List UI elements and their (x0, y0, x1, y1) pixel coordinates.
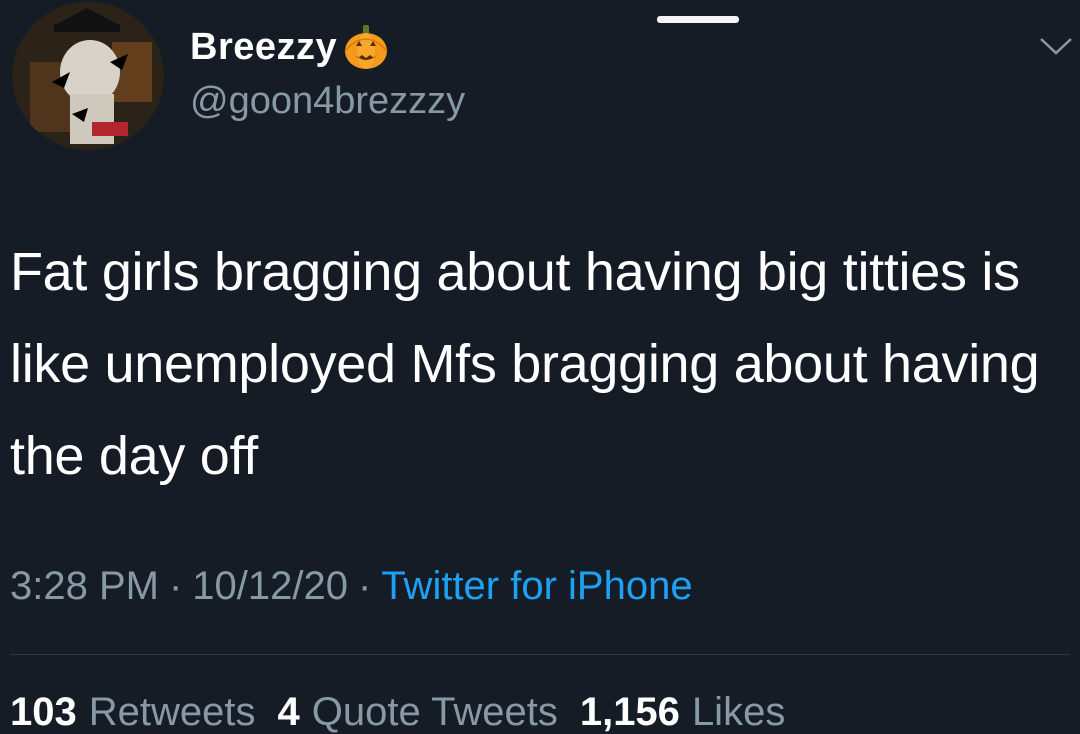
tweet-stats: 103 Retweets 4 Quote Tweets 1,156 Likes (10, 690, 785, 734)
retweets-stat[interactable]: 103 Retweets (10, 690, 256, 734)
meta-separator: · (358, 564, 372, 608)
quote-tweets-stat[interactable]: 4 Quote Tweets (278, 690, 558, 734)
likes-count: 1,156 (579, 690, 680, 734)
user-handle[interactable]: @goon4brezzzy (190, 80, 465, 123)
divider (10, 654, 1070, 655)
pumpkin-icon (341, 22, 391, 72)
tweet-meta: 3:28 PM · 10/12/20 · Twitter for iPhone (10, 564, 693, 609)
sheet-grabber[interactable] (657, 16, 739, 23)
tweet-detail: Breezzy @goon4brezzzy Fat girls bragging… (0, 0, 1080, 734)
quote-tweets-count: 4 (277, 690, 300, 734)
tweet-time[interactable]: 3:28 PM (10, 564, 159, 608)
retweets-label: Retweets (88, 690, 256, 734)
meta-separator: · (168, 564, 183, 608)
quote-tweets-label: Quote Tweets (311, 690, 558, 734)
likes-stat[interactable]: 1,156 Likes (580, 690, 786, 734)
avatar-image (12, 2, 164, 150)
retweets-count: 103 (10, 690, 77, 734)
avatar[interactable] (12, 2, 164, 150)
tweet-date[interactable]: 10/12/20 (192, 564, 348, 608)
tweet-text: Fat girls bragging about having big titt… (10, 242, 1040, 486)
tweet-source-link[interactable]: Twitter for iPhone (381, 564, 692, 608)
likes-label: Likes (691, 690, 786, 734)
chevron-down-icon[interactable] (1038, 34, 1074, 58)
display-name[interactable]: Breezzy (190, 26, 337, 69)
user-name-row[interactable]: Breezzy (190, 22, 391, 72)
